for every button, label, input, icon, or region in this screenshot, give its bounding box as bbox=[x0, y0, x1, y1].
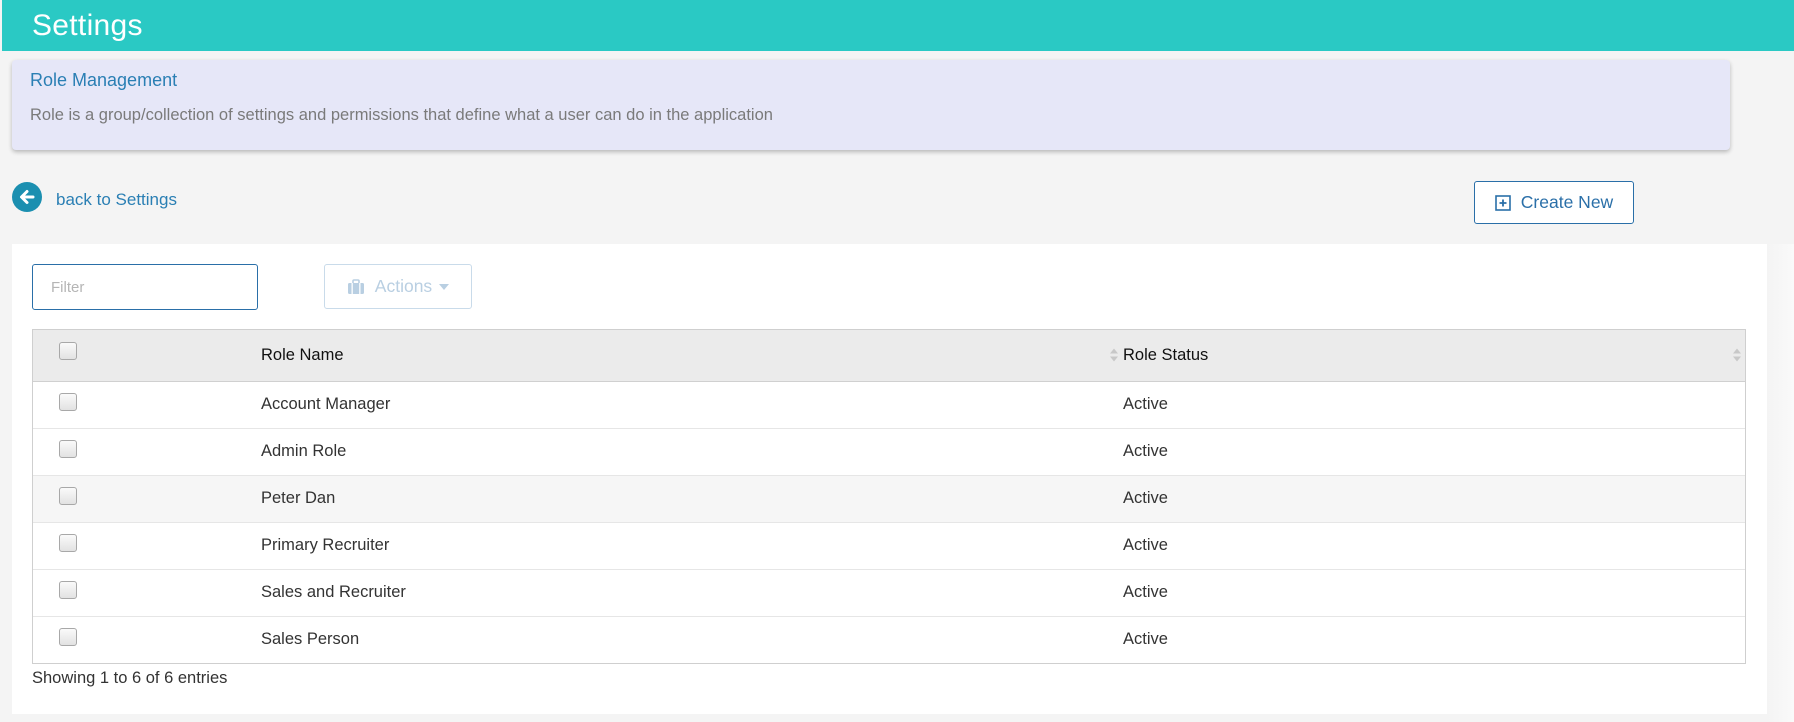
sort-icon bbox=[1733, 348, 1741, 362]
back-link-label[interactable]: back to Settings bbox=[56, 190, 177, 210]
briefcase-icon bbox=[347, 278, 364, 294]
select-all-checkbox[interactable] bbox=[59, 342, 77, 361]
table-row[interactable]: Account Manager Active bbox=[33, 381, 1745, 428]
role-status-cell: Active bbox=[1123, 395, 1168, 413]
row-checkbox[interactable] bbox=[59, 439, 77, 458]
create-new-button[interactable]: Create New bbox=[1474, 181, 1634, 224]
role-name-cell: Admin Role bbox=[260, 427, 1122, 475]
role-name-cell: Peter Dan bbox=[260, 474, 1122, 522]
actions-label: Actions bbox=[374, 276, 433, 296]
roles-table: Role Name Role Status Account Manager Ac… bbox=[32, 329, 1746, 664]
row-checkbox[interactable] bbox=[59, 486, 77, 505]
role-name-cell: Sales and Recruiter bbox=[260, 568, 1122, 616]
page-title: Settings bbox=[32, 9, 143, 42]
role-status-cell: Active bbox=[1122, 427, 1745, 475]
caret-down-icon bbox=[439, 283, 450, 290]
role-name-cell: Primary Recruiter bbox=[260, 521, 1122, 569]
select-all-cell bbox=[33, 330, 260, 382]
column-header-role-name[interactable]: Role Name bbox=[260, 330, 1122, 382]
role-status-cell: Active bbox=[1122, 521, 1745, 569]
filter-input[interactable] bbox=[32, 264, 258, 310]
table-info-text: Showing 1 to 6 of 6 entries bbox=[32, 669, 228, 687]
page-edge-shadow bbox=[1767, 244, 1794, 722]
role-name-cell: Sales Person bbox=[260, 615, 1122, 663]
role-status-cell: Active bbox=[1122, 568, 1745, 616]
plus-square-icon bbox=[1494, 194, 1511, 211]
column-header-role-status[interactable]: Role Status bbox=[1122, 330, 1745, 382]
create-new-label: Create New bbox=[1520, 192, 1614, 212]
roles-card: Actions Role Name Role Status bbox=[12, 244, 1767, 714]
role-status-cell: Active bbox=[1122, 474, 1745, 522]
role-name-cell: Account Manager bbox=[261, 395, 391, 413]
column-header-label: Role Name bbox=[261, 345, 344, 364]
row-checkbox[interactable] bbox=[59, 627, 77, 646]
table-row[interactable]: Peter Dan Active bbox=[33, 474, 1745, 522]
sort-icon bbox=[1110, 348, 1118, 362]
table-header-row: Role Name Role Status bbox=[33, 330, 1745, 382]
table-row[interactable]: Sales Person Active bbox=[33, 615, 1745, 663]
column-header-label: Role Status bbox=[1123, 345, 1209, 364]
back-to-settings-link[interactable]: back to Settings bbox=[12, 182, 177, 212]
table-row[interactable]: Primary Recruiter Active bbox=[33, 521, 1745, 569]
role-status-cell: Active bbox=[1122, 615, 1745, 663]
table-row[interactable]: Admin Role Active bbox=[33, 427, 1745, 475]
row-checkbox[interactable] bbox=[59, 533, 77, 552]
table-row[interactable]: Sales and Recruiter Active bbox=[33, 568, 1745, 616]
page-header: Settings bbox=[2, 0, 1794, 51]
role-management-info-panel: Role Management Role is a group/collecti… bbox=[12, 60, 1730, 150]
row-checkbox[interactable] bbox=[59, 580, 77, 599]
info-description: Role is a group/collection of settings a… bbox=[30, 106, 773, 124]
actions-dropdown-button[interactable]: Actions bbox=[324, 264, 472, 309]
arrow-left-circle-icon[interactable] bbox=[12, 182, 42, 212]
info-title: Role Management bbox=[30, 70, 178, 90]
row-checkbox[interactable] bbox=[59, 392, 77, 411]
